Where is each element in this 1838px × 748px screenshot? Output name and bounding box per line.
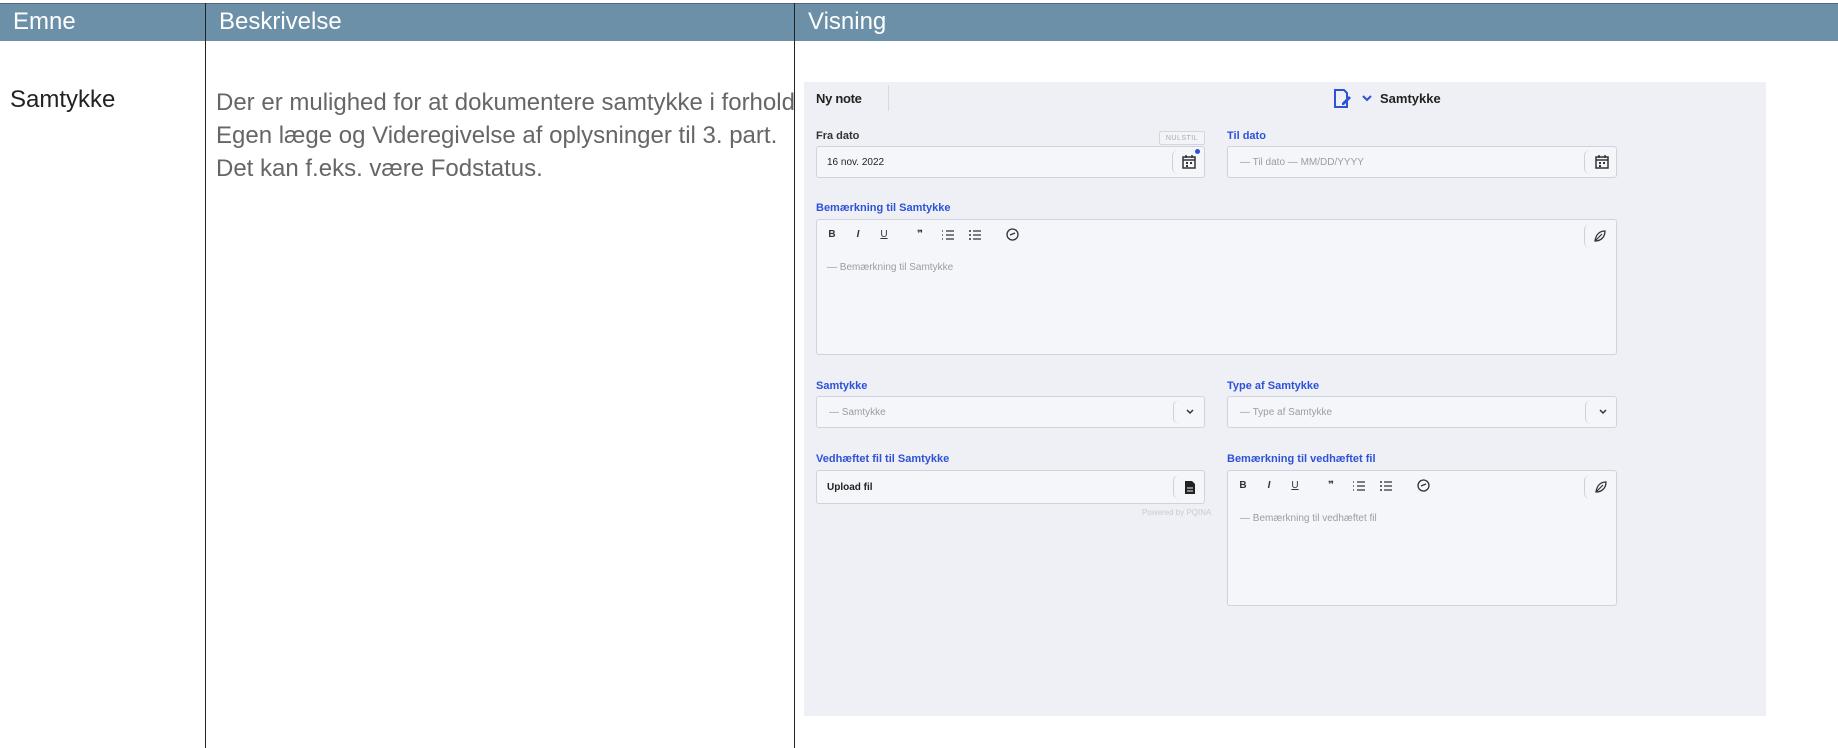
divider bbox=[888, 85, 889, 111]
header-emne: Emne bbox=[0, 3, 205, 41]
fra-dato-value: 16 nov. 2022 bbox=[827, 157, 885, 168]
chevron-down-icon[interactable] bbox=[1598, 408, 1608, 416]
bold-button[interactable]: B bbox=[823, 229, 841, 240]
til-dato-placeholder: — Til dato — MM/DD/YYYY bbox=[1240, 157, 1364, 168]
leaf-icon[interactable] bbox=[1593, 229, 1607, 243]
form-title: Samtykke bbox=[1380, 91, 1441, 106]
field-divider bbox=[1584, 475, 1590, 499]
samtykke-placeholder: — Samtykke bbox=[829, 407, 886, 418]
bemaerkning-label: Bemærkning til Samtykke bbox=[816, 202, 951, 214]
italic-button[interactable]: I bbox=[849, 229, 867, 240]
field-divider bbox=[1584, 224, 1590, 248]
ordered-list-icon[interactable] bbox=[941, 229, 955, 241]
upload-field[interactable]: Upload fil bbox=[816, 470, 1205, 504]
ny-note-tab[interactable]: Ny note bbox=[816, 91, 862, 106]
type-select[interactable]: — Type af Samtykke bbox=[1227, 396, 1617, 428]
field-divider bbox=[1173, 475, 1179, 499]
form-edit-icon bbox=[1334, 89, 1351, 108]
bullet-list-icon[interactable] bbox=[1379, 480, 1393, 492]
calendar-icon[interactable] bbox=[1594, 154, 1610, 170]
file-icon[interactable] bbox=[1184, 480, 1196, 495]
description-cell: Der er mulighed for at dokumentere samty… bbox=[216, 89, 795, 182]
table-border bbox=[0, 3, 1838, 4]
field-divider bbox=[1585, 400, 1591, 424]
status-dot bbox=[1195, 149, 1200, 154]
bullet-list-icon[interactable] bbox=[968, 229, 982, 241]
type-label: Type af Samtykke bbox=[1227, 380, 1320, 392]
type-placeholder: — Type af Samtykke bbox=[1240, 407, 1333, 418]
ordered-list-icon[interactable] bbox=[1352, 480, 1366, 492]
fra-dato-field[interactable]: 16 nov. 2022 bbox=[816, 146, 1205, 178]
chevron-down-icon[interactable] bbox=[1185, 408, 1195, 416]
bemaerkning-placeholder: — Bemærkning til Samtykke bbox=[827, 262, 954, 273]
nulstil-button[interactable]: NULSTIL bbox=[1159, 131, 1205, 145]
link-icon[interactable] bbox=[1416, 478, 1431, 493]
upload-label: Upload fil bbox=[827, 482, 873, 493]
header-beskrivelse: Beskrivelse bbox=[206, 3, 794, 41]
til-dato-field[interactable]: — Til dato — MM/DD/YYYY bbox=[1227, 146, 1617, 178]
quote-button[interactable]: ❞ bbox=[1322, 480, 1340, 491]
field-divider bbox=[1584, 150, 1590, 174]
leaf-icon[interactable] bbox=[1594, 480, 1608, 494]
bem-vedhaeftet-label: Bemærkning til vedhæftet fil bbox=[1227, 453, 1376, 465]
underline-button[interactable]: U bbox=[1286, 480, 1304, 491]
header-visning: Visning bbox=[795, 3, 1838, 41]
field-divider bbox=[1173, 400, 1179, 424]
italic-button[interactable]: I bbox=[1260, 480, 1278, 491]
fra-dato-label: Fra dato bbox=[816, 130, 860, 142]
bem-vedhaeftet-editor[interactable]: B I U ❞ — Bemærkning til vedhæftet fil bbox=[1227, 470, 1617, 606]
field-divider bbox=[1172, 150, 1178, 174]
powered-by: Powered by PQINA bbox=[1142, 508, 1212, 517]
bem-vedhaeftet-placeholder: — Bemærkning til vedhæftet fil bbox=[1240, 513, 1377, 524]
samtykke-label: Samtykke bbox=[816, 380, 868, 392]
samtykke-form-screenshot: Ny note Samtykke Fra dato NULSTIL 16 nov… bbox=[804, 82, 1766, 716]
column-divider bbox=[205, 3, 206, 748]
bemaerkning-editor[interactable]: B I U ❞ — Bemærkning til Samtykke bbox=[816, 219, 1617, 355]
vedhaeftet-label: Vedhæftet fil til Samtykke bbox=[816, 453, 950, 465]
bold-button[interactable]: B bbox=[1234, 480, 1252, 491]
topic-cell: Samtykke bbox=[10, 86, 116, 113]
underline-button[interactable]: U bbox=[875, 229, 893, 240]
chevron-down-icon[interactable] bbox=[1361, 93, 1373, 103]
til-dato-label: Til dato bbox=[1227, 130, 1266, 142]
samtykke-select[interactable]: — Samtykke bbox=[816, 396, 1205, 428]
link-icon[interactable] bbox=[1005, 227, 1020, 242]
quote-button[interactable]: ❞ bbox=[911, 229, 929, 240]
calendar-icon[interactable] bbox=[1181, 154, 1197, 170]
